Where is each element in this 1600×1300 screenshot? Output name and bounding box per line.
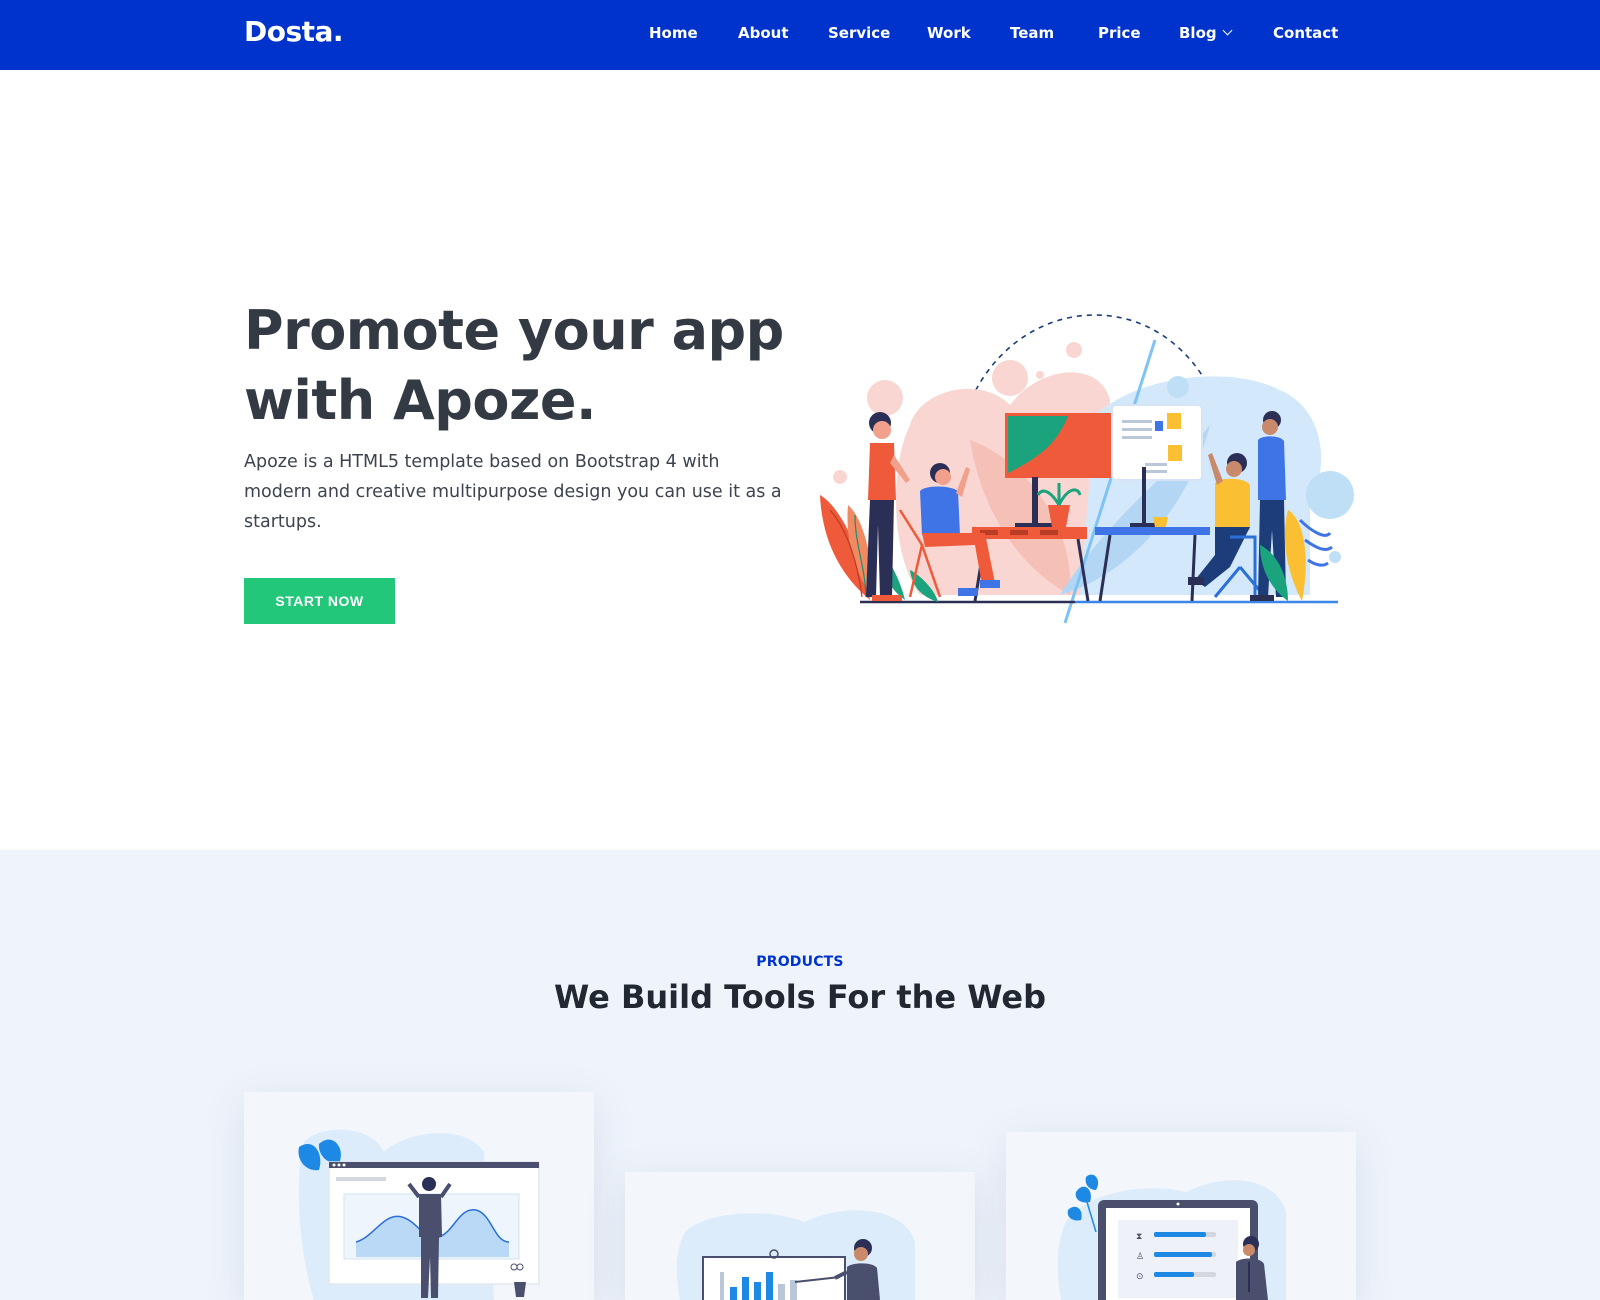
nav-item-about[interactable]: About — [738, 24, 789, 42]
product-card-3[interactable]: ⧗ ♙ ⊙ — [1006, 1132, 1356, 1300]
nav-item-team[interactable]: Team — [1010, 24, 1054, 42]
nav-menu: Home About Service Work Team Price Blog … — [0, 0, 1600, 70]
progress-dashboard-illustration: ⧗ ♙ ⊙ — [1057, 1174, 1286, 1300]
team-office-illustration — [820, 314, 1354, 624]
nav-item-blog[interactable]: Blog — [1179, 24, 1233, 42]
chevron-down-icon — [1222, 25, 1233, 36]
svg-text:⧗: ⧗ — [1136, 1232, 1142, 1242]
section-eyebrow: PRODUCTS — [756, 954, 844, 970]
analytics-presentation-illustration — [298, 1129, 540, 1300]
hero-title-line1: Promote your app — [244, 299, 784, 362]
nav-item-blog-label: Blog — [1179, 24, 1217, 42]
svg-text:♙: ♙ — [1136, 1252, 1144, 1262]
hero-title: Promote your app with Apoze. — [244, 296, 804, 436]
nav-item-home[interactable]: Home — [649, 24, 698, 42]
navbar: Dosta. Home About Service Work Team Pric… — [0, 0, 1600, 70]
nav-item-service[interactable]: Service — [828, 24, 890, 42]
hero-description: Apoze is a HTML5 template based on Boots… — [244, 452, 782, 532]
section-title: We Build Tools For the Web — [553, 978, 1046, 1016]
svg-text:⊙: ⊙ — [1136, 1272, 1144, 1282]
nav-item-work[interactable]: Work — [927, 24, 971, 42]
start-now-button[interactable]: START NOW — [244, 578, 395, 624]
product-card-2[interactable] — [625, 1172, 975, 1300]
bar-chart-presentation-illustration — [676, 1210, 915, 1300]
nav-item-contact[interactable]: Contact — [1273, 24, 1338, 42]
product-card-1[interactable] — [244, 1092, 594, 1300]
hero-title-line2: with Apoze. — [244, 369, 597, 432]
nav-item-price[interactable]: Price — [1098, 24, 1141, 42]
